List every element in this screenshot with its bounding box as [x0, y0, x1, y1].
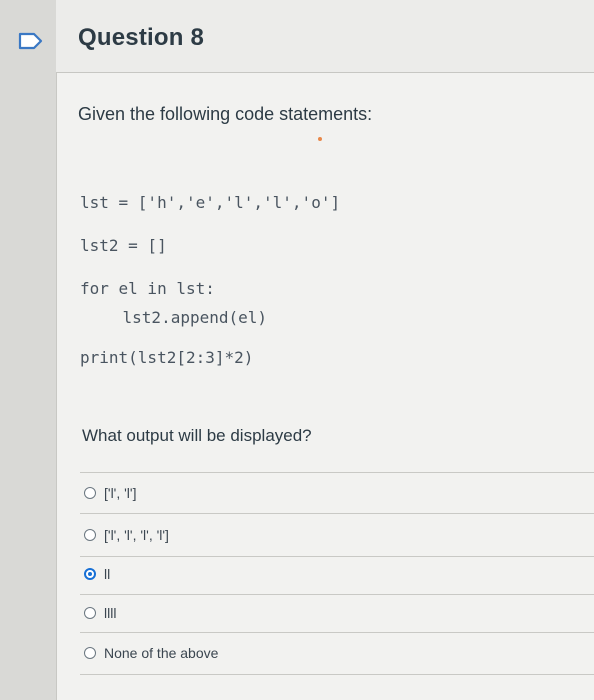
answer-label: ['l', 'l', 'l', 'l'] — [104, 527, 169, 543]
answer-divider — [80, 556, 594, 557]
answer-divider — [80, 472, 594, 473]
question-title: Question 8 — [78, 24, 205, 51]
flag-icon[interactable] — [18, 32, 44, 50]
code-line: lst2 = [] — [80, 236, 167, 255]
radio-button[interactable] — [84, 487, 96, 499]
answer-label: ll — [104, 566, 111, 582]
answer-label: None of the above — [104, 645, 219, 661]
marker-dot — [318, 137, 322, 141]
code-line: print(lst2[2:3]*2) — [80, 348, 254, 367]
answer-divider — [80, 513, 594, 514]
code-line: lst2.append(el) — [84, 308, 268, 327]
radio-button[interactable] — [84, 607, 96, 619]
answer-label: llll — [104, 605, 117, 621]
answer-option[interactable]: llll — [84, 602, 116, 624]
question-prompt: Given the following code statements: — [78, 104, 373, 124]
question-ask: What output will be displayed? — [82, 426, 312, 445]
radio-button[interactable] — [84, 529, 96, 541]
code-line: for el in lst: — [80, 279, 215, 298]
radio-button[interactable] — [84, 647, 96, 659]
answer-divider — [80, 632, 594, 633]
answer-divider — [80, 594, 594, 595]
answer-divider — [80, 674, 594, 675]
answer-option[interactable]: ['l', 'l', 'l', 'l'] — [84, 524, 169, 546]
answer-option[interactable]: None of the above — [84, 642, 218, 664]
radio-button-selected[interactable] — [84, 568, 96, 580]
answer-option[interactable]: ['l', 'l'] — [84, 482, 136, 504]
answer-option-selected[interactable]: ll — [84, 563, 110, 585]
code-line: lst = ['h','e','l','l','o'] — [80, 193, 341, 212]
answer-label: ['l', 'l'] — [104, 485, 137, 501]
